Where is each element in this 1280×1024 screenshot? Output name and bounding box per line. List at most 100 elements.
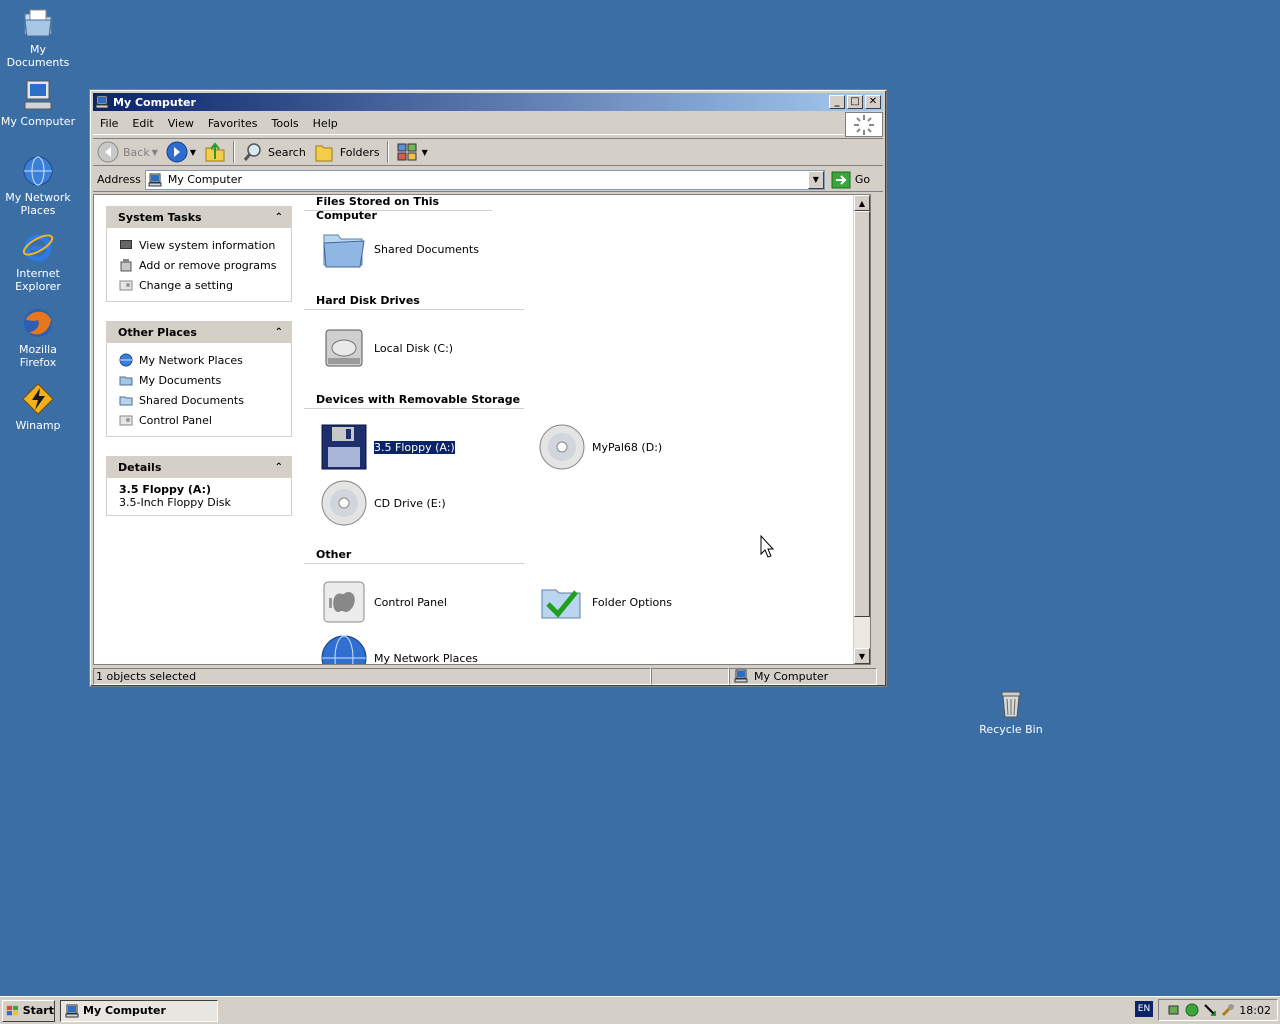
item-floppy-a[interactable]: 3.5 Floppy (A:) (320, 423, 456, 471)
other-places-header[interactable]: Other Places ⌃ (107, 322, 291, 343)
desktop-icon-mozilla-firefox[interactable]: Mozilla Firefox (0, 306, 76, 369)
place-shared-documents[interactable]: Shared Documents (119, 390, 285, 410)
go-button[interactable]: Go (831, 171, 870, 189)
collapse-chevron-icon[interactable]: ⌃ (275, 212, 283, 223)
menu-tools[interactable]: Tools (265, 117, 306, 130)
place-label: My Documents (139, 373, 222, 387)
maximize-button[interactable]: □ (847, 95, 863, 109)
item-label: Shared Documents (374, 242, 479, 256)
control-panel-icon (119, 415, 133, 426)
forward-button[interactable]: ▼ (162, 140, 200, 164)
shared-folder-icon (119, 396, 133, 406)
place-my-documents[interactable]: My Documents (119, 370, 285, 390)
control-panel-icon (323, 581, 365, 623)
group-title-removable-storage: Devices with Removable Storage (304, 393, 524, 409)
desktop-icon-winamp[interactable]: Winamp (0, 382, 76, 432)
scroll-thumb[interactable] (854, 211, 870, 617)
tools-tray-icon[interactable] (1221, 1003, 1235, 1017)
place-control-panel[interactable]: Control Panel (119, 410, 285, 430)
chevron-down-icon[interactable]: ▼ (190, 148, 196, 157)
close-button[interactable]: ✕ (865, 95, 881, 109)
collapse-chevron-icon[interactable]: ⌃ (275, 327, 283, 338)
minimize-button[interactable]: _ (829, 95, 845, 109)
item-folder-options[interactable]: Folder Options (538, 578, 672, 626)
start-button[interactable]: Start (2, 999, 55, 1022)
views-button[interactable]: ▼ (392, 140, 432, 164)
folders-button[interactable]: Folders (310, 140, 384, 164)
desktop-icon-label: My Computer (0, 115, 76, 128)
item-label: My Network Places (374, 651, 478, 665)
place-my-network-places[interactable]: My Network Places (119, 350, 285, 370)
menu-help[interactable]: Help (306, 117, 345, 130)
mouse-cursor-icon (760, 535, 775, 558)
desktop-icon-my-documents[interactable]: My Documents (0, 6, 76, 69)
item-label: CD Drive (E:) (374, 496, 446, 510)
address-input[interactable]: My Computer ▼ (144, 169, 825, 190)
loading-spinner-icon (854, 114, 874, 135)
connection-tray-icon[interactable] (1203, 1003, 1217, 1017)
recycle-bin-icon (1001, 691, 1021, 718)
task-change-setting[interactable]: Change a setting (119, 275, 285, 295)
control-panel-icon (119, 280, 133, 291)
system-tasks-header[interactable]: System Tasks ⌃ (107, 207, 291, 228)
toolbar-separator (386, 141, 389, 163)
chevron-down-icon: ▼ (812, 175, 819, 184)
item-label: Folder Options (592, 595, 672, 609)
content-area: System Tasks ⌃ View system information A… (93, 194, 871, 665)
back-button[interactable]: Back ▼ (93, 140, 162, 164)
desktop-icon-recycle-bin[interactable]: Recycle Bin (973, 686, 1049, 736)
language-indicator[interactable]: EN (1135, 1001, 1153, 1017)
group-title-files-stored: Files Stored on This Computer (304, 195, 492, 222)
taskbar: Start My Computer EN 18:02 (0, 996, 1280, 1024)
menu-view[interactable]: View (161, 117, 201, 130)
task-pane: System Tasks ⌃ View system information A… (94, 195, 302, 664)
views-icon (397, 143, 417, 161)
forward-arrow-icon (166, 141, 188, 163)
menu-favorites[interactable]: Favorites (201, 117, 265, 130)
go-arrow-icon (831, 171, 851, 188)
system-tray: 18:02 (1158, 999, 1278, 1021)
standard-toolbar: Back ▼ ▼ Search Folders ▼ (93, 138, 883, 166)
chevron-down-icon[interactable]: ▼ (152, 148, 158, 157)
item-local-disk-c[interactable]: Local Disk (C:) (320, 324, 453, 372)
place-label: My Network Places (139, 353, 243, 367)
item-shared-documents[interactable]: Shared Documents (320, 225, 479, 273)
item-label: Local Disk (C:) (374, 341, 454, 355)
details-panel: Details ⌃ 3.5 Floppy (A:) 3.5-Inch Flopp… (106, 456, 292, 516)
item-my-network-places[interactable]: My Network Places (320, 634, 478, 665)
chevron-down-icon[interactable]: ▼ (422, 148, 428, 157)
menu-edit[interactable]: Edit (125, 117, 160, 130)
item-label: 3.5 Floppy (A:) (373, 439, 456, 455)
scroll-down-button[interactable]: ▼ (854, 648, 870, 664)
collapse-chevron-icon[interactable]: ⌃ (275, 462, 283, 473)
network-globe-icon (23, 156, 53, 186)
antivirus-tray-icon[interactable] (1185, 1003, 1199, 1017)
item-mypal68-d[interactable]: MyPal68 (D:) (538, 423, 662, 471)
vertical-scrollbar[interactable]: ▲ ▼ (853, 195, 870, 664)
windows-logo-icon (6, 1005, 18, 1015)
system-tasks-panel: System Tasks ⌃ View system information A… (106, 206, 292, 302)
item-control-panel[interactable]: Control Panel (320, 578, 447, 626)
scroll-up-button[interactable]: ▲ (854, 195, 870, 211)
address-dropdown-button[interactable]: ▼ (807, 170, 824, 189)
task-view-system-information[interactable]: View system information (119, 235, 285, 255)
menu-bar: File Edit View Favorites Tools Help (93, 113, 844, 135)
up-folder-button[interactable] (200, 140, 230, 164)
status-empty-cell (651, 667, 729, 685)
clock[interactable]: 18:02 (1239, 1004, 1271, 1017)
status-zone: My Computer (729, 667, 877, 685)
task-label: Change a setting (139, 278, 233, 292)
item-cd-drive-e[interactable]: CD Drive (E:) (320, 479, 446, 527)
menu-file[interactable]: File (93, 117, 125, 130)
desktop-icon-my-network-places[interactable]: My Network Places (0, 154, 76, 217)
desktop-icon-internet-explorer[interactable]: Internet Explorer (0, 230, 76, 293)
back-arrow-icon (97, 141, 119, 163)
window-titlebar[interactable]: My Computer _ □ ✕ (93, 93, 883, 111)
taskbar-button-my-computer[interactable]: My Computer (60, 999, 218, 1022)
search-button[interactable]: Search (238, 140, 310, 164)
task-add-remove-programs[interactable]: Add or remove programs (119, 255, 285, 275)
details-header[interactable]: Details ⌃ (107, 457, 291, 478)
desktop-icon-my-computer[interactable]: My Computer (0, 78, 76, 128)
network-globe-icon (321, 635, 367, 664)
network-tray-icon[interactable] (1167, 1003, 1181, 1017)
